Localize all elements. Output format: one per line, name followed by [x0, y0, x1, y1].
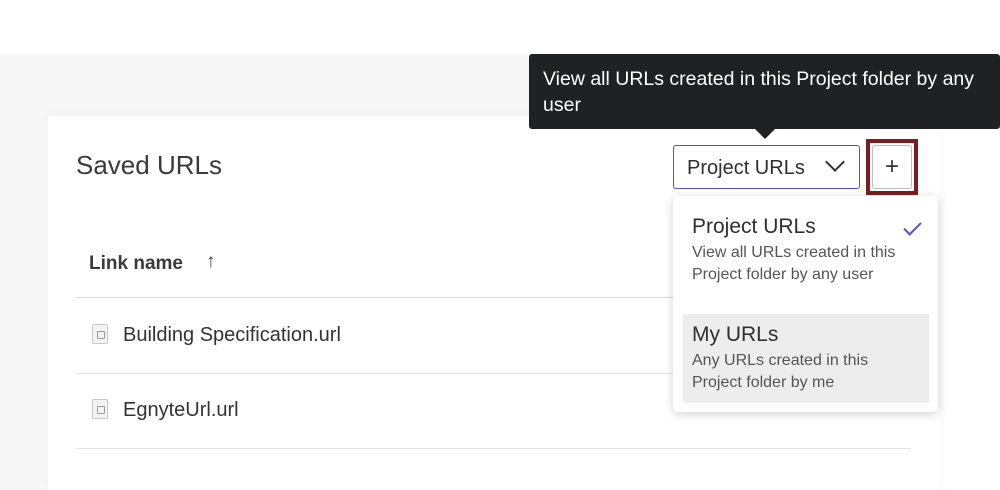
url-file-icon: [92, 399, 108, 419]
menu-item-project-urls[interactable]: Project URLs View all URLs created in th…: [683, 206, 929, 312]
menu-item-description: View all URLs created in this Project fo…: [692, 244, 896, 283]
link-name[interactable]: Building Specification.url: [123, 324, 341, 347]
menu-item-title: My URLs: [692, 323, 779, 346]
page-title: Saved URLs: [76, 150, 222, 180]
chevron-down-icon: [825, 152, 845, 172]
url-file-icon: [92, 324, 108, 344]
url-filter-dropdown[interactable]: Project URLs: [673, 145, 860, 189]
dropdown-selected-value: Project URLs: [687, 157, 805, 179]
menu-item-my-urls[interactable]: My URLs Any URLs created in this Project…: [683, 314, 929, 403]
add-url-button[interactable]: +: [872, 145, 912, 189]
tooltip-arrow: [754, 128, 776, 139]
menu-item-description: Any URLs created in this Project folder …: [692, 352, 869, 391]
top-bar: [0, 0, 940, 54]
filter-menu: Project URLs View all URLs created in th…: [673, 196, 938, 412]
tooltip: View all URLs created in this Project fo…: [529, 54, 1000, 129]
link-name[interactable]: EgnyteUrl.url: [123, 399, 239, 422]
arrow-up-icon[interactable]: ↑: [206, 251, 216, 273]
menu-item-title: Project URLs: [692, 215, 816, 238]
column-header-link-name[interactable]: Link name: [89, 253, 183, 275]
